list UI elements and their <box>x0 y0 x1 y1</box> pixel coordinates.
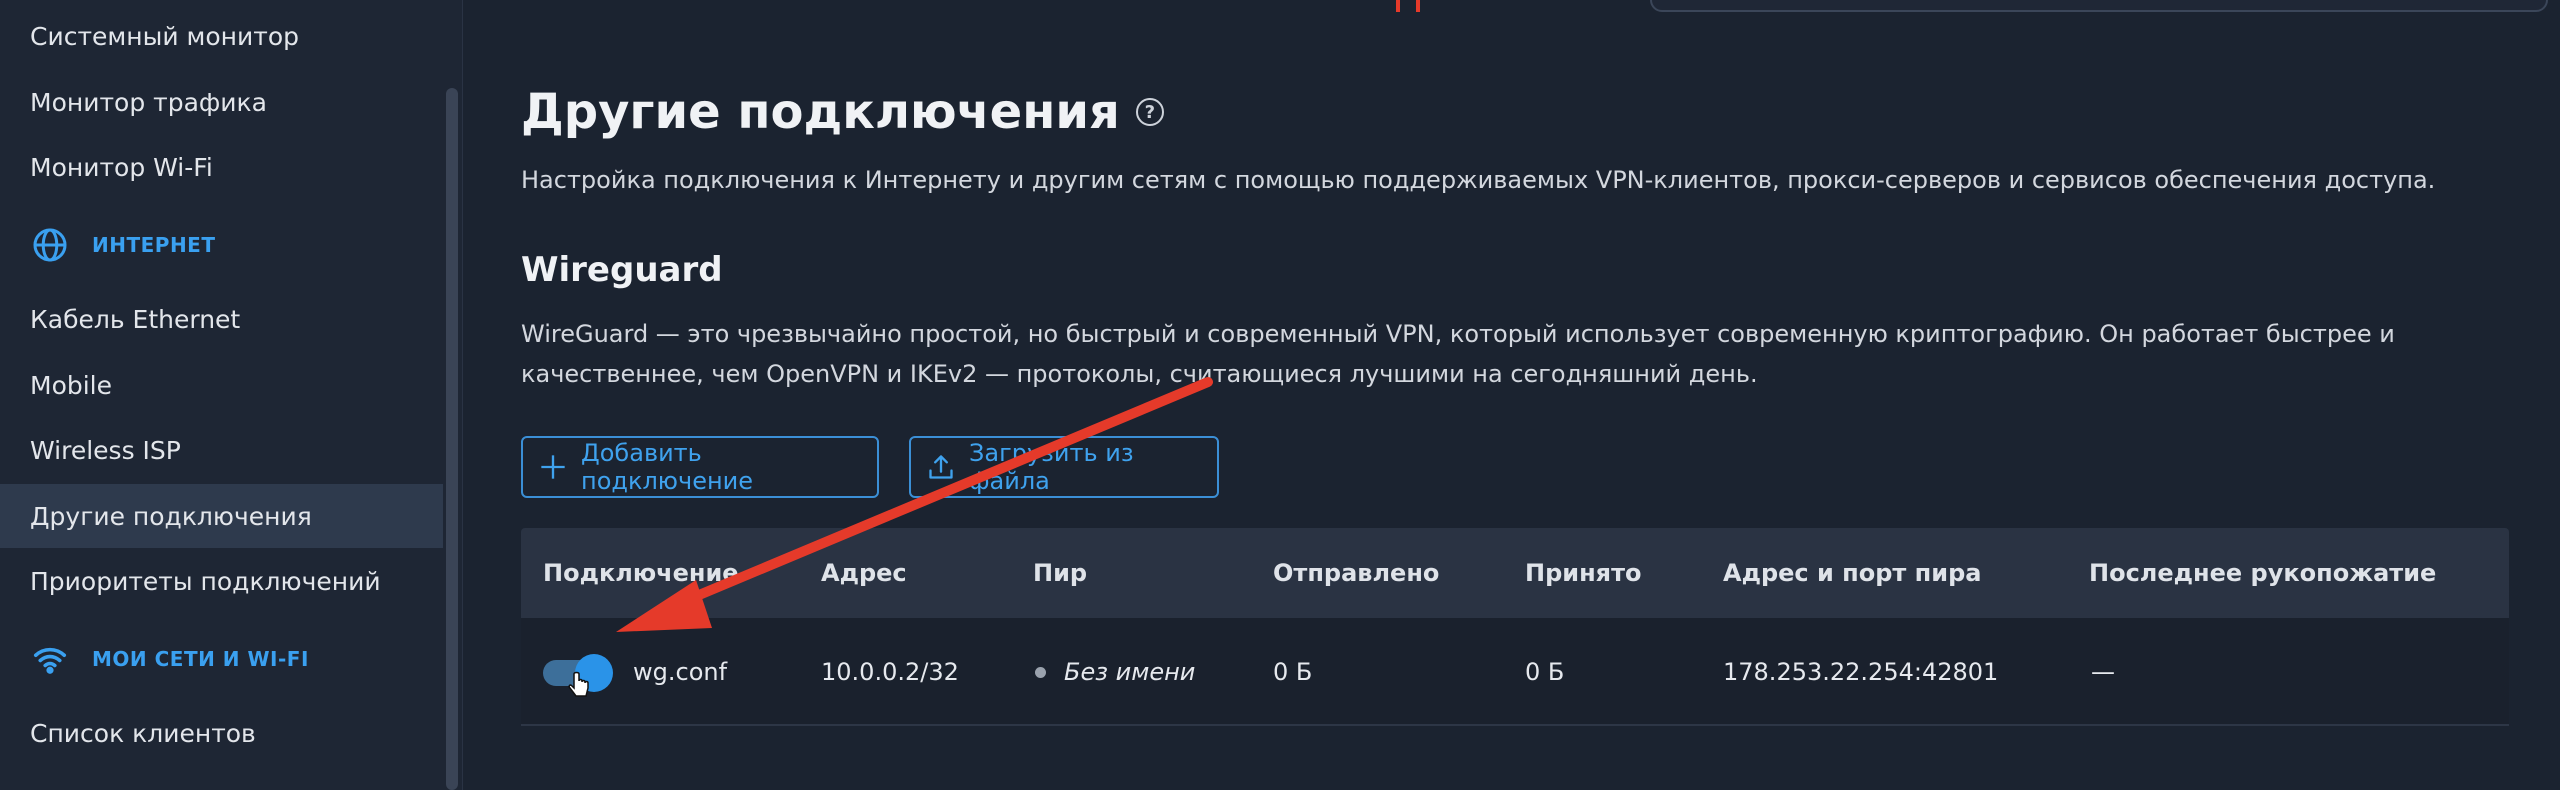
sidebar-item-label: Другие подключения <box>30 501 312 531</box>
column-header-address[interactable]: Адрес <box>821 528 907 618</box>
add-connection-button[interactable]: Добавить подключение <box>521 436 879 498</box>
sidebar-section-label: МОИ СЕТИ И WI-FI <box>92 647 309 671</box>
cell-peer-endpoint: 178.253.22.254:42801 <box>1723 658 1999 686</box>
page-title: Другие подключения <box>521 84 1120 140</box>
main-content: Другие подключения ? Настройка подключен… <box>463 0 2560 790</box>
toggle-knob <box>575 654 613 692</box>
connection-enabled-toggle[interactable] <box>543 654 613 692</box>
cell-last-handshake: — <box>2091 658 2115 686</box>
upload-from-file-button[interactable]: Загрузить из файла <box>909 436 1219 498</box>
sidebar-item-label: Wireless ISP <box>30 435 181 465</box>
plus-icon <box>539 452 567 482</box>
sidebar-section-internet[interactable]: ИНТЕРНЕТ <box>0 213 443 277</box>
column-header-last-handshake[interactable]: Последнее рукопожатие <box>2089 528 2436 618</box>
sidebar-item-label: Кабель Ethernet <box>30 304 241 334</box>
column-header-sent[interactable]: Отправлено <box>1273 528 1439 618</box>
upload-icon <box>927 452 955 482</box>
sidebar-item-client-list[interactable]: Список клиентов <box>0 701 443 765</box>
table-header: Подключение Адрес Пир Отправлено Принято… <box>521 528 2509 618</box>
sidebar-item-label: Mobile <box>30 370 113 400</box>
sidebar: Системный монитор Монитор трафика Монито… <box>0 0 463 790</box>
sidebar-item-label: Монитор Wi-Fi <box>30 152 213 182</box>
column-header-peer[interactable]: Пир <box>1033 528 1087 618</box>
wifi-icon <box>30 639 70 679</box>
sidebar-scrollbar[interactable] <box>446 88 458 790</box>
sidebar-section-label: ИНТЕРНЕТ <box>92 233 216 257</box>
wireguard-description: WireGuard — это чрезвычайно простой, но … <box>521 320 2395 388</box>
cell-sent: 0 Б <box>1273 658 1313 686</box>
cell-received: 0 Б <box>1525 658 1565 686</box>
sidebar-item-connection-priorities[interactable]: Приоритеты подключений <box>0 549 443 613</box>
cell-peer-name: Без имени <box>1064 658 1196 686</box>
help-icon[interactable]: ? <box>1135 98 1164 126</box>
sidebar-item-system-monitor[interactable]: Системный монитор <box>0 4 443 68</box>
upload-from-file-label: Загрузить из файла <box>969 439 1134 495</box>
sidebar-item-traffic-monitor[interactable]: Монитор трафика <box>0 70 443 134</box>
page-description: Настройка подключения к Интернету и друг… <box>521 166 2436 194</box>
app-window: Системный монитор Монитор трафика Монито… <box>0 0 2560 790</box>
globe-icon <box>30 225 70 265</box>
sidebar-item-wifi-monitor[interactable]: Монитор Wi-Fi <box>0 135 443 199</box>
cell-address: 10.0.0.2/32 <box>821 658 959 686</box>
sidebar-item-label: Монитор трафика <box>30 87 267 117</box>
sidebar-item-label: Список клиентов <box>30 718 256 748</box>
column-header-peer-endpoint[interactable]: Адрес и порт пира <box>1723 528 1981 618</box>
sidebar-item-mobile[interactable]: Mobile <box>0 353 443 417</box>
add-connection-label: Добавить подключение <box>581 439 754 495</box>
cell-peer: Без имени <box>1035 618 1195 726</box>
peer-status-dot <box>1035 666 1046 678</box>
sidebar-item-ethernet[interactable]: Кабель Ethernet <box>0 287 443 351</box>
table-row[interactable]: wg.conf 10.0.0.2/32 Без имени 0 Б 0 Б 17… <box>521 618 2509 726</box>
sidebar-item-other-connections[interactable]: Другие подключения <box>0 484 443 548</box>
column-header-connection[interactable]: Подключение <box>543 528 739 618</box>
wireguard-section-title: Wireguard <box>521 250 723 290</box>
sidebar-section-my-networks[interactable]: МОИ СЕТИ И WI-FI <box>0 627 443 691</box>
sidebar-item-wireless-isp[interactable]: Wireless ISP <box>0 418 443 482</box>
cell-connection-name[interactable]: wg.conf <box>633 618 727 726</box>
page-title-row: Другие подключения ? <box>521 84 1164 140</box>
wireguard-connections-table: Подключение Адрес Пир Отправлено Принято… <box>521 528 2509 726</box>
sidebar-item-label: Приоритеты подключений <box>30 566 381 596</box>
sidebar-item-label: Системный монитор <box>30 21 300 51</box>
column-header-received[interactable]: Принято <box>1525 528 1641 618</box>
